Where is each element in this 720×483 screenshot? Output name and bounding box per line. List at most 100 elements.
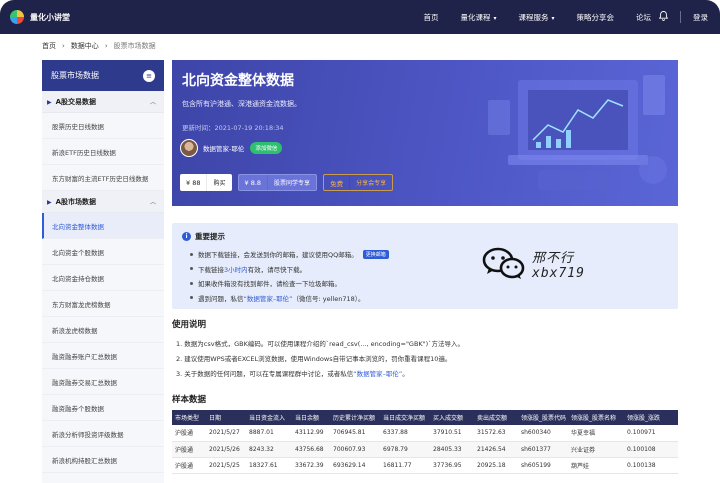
column-header: 历史累计净买额 xyxy=(330,410,380,425)
nav-link-forum[interactable]: 论坛 xyxy=(636,12,651,23)
usage-list: 1. 数据为csv格式，GBK编码。可以使用课程介绍的`read_csv(...… xyxy=(176,335,464,380)
table-cell: 693629.14 xyxy=(330,457,380,474)
notice-item: 如果收件箱没有找到邮件，请检查一下垃圾邮箱。 xyxy=(190,276,389,291)
table-cell: 葫芦娃 xyxy=(568,457,624,474)
table-cell: 700607.93 xyxy=(330,441,380,458)
table-cell: 0.100138 xyxy=(624,457,678,474)
table-cell: 0.100108 xyxy=(624,441,678,458)
table-cell: 20925.18 xyxy=(474,457,518,474)
data-illustration-icon xyxy=(488,75,667,190)
sidebar-item[interactable]: 新浪机构持股汇总数据 xyxy=(42,447,164,473)
sidebar-item[interactable]: 北向资金持仓数据 xyxy=(42,265,164,291)
notice-item: 下载链接 3小时内 有效，请尽快下载。 xyxy=(190,262,389,277)
update-time: 更新时间：2021-07-19 20:18:34 xyxy=(182,124,284,132)
purchase-options: ¥ 88 购买 ¥ 8.8 股票同学专享 免费 分享会专享 xyxy=(180,174,394,191)
table-cell: 2021/5/25 xyxy=(206,457,246,474)
table-header-row: 市场类型 日期 当日资金流入 当日余额 历史累计净买额 当日成交净买额 买入成交… xyxy=(172,410,678,425)
collapse-icon[interactable]: ≡ xyxy=(143,69,155,82)
column-header: 领涨股_涨跌 xyxy=(624,410,678,425)
contact-link[interactable]: “数据管家–耶伦” xyxy=(244,293,293,303)
column-header: 日期 xyxy=(206,410,246,425)
vip-price-button[interactable]: ¥ 8.8 股票同学专享 xyxy=(237,174,318,191)
column-header: 当日成交净买额 xyxy=(380,410,430,425)
sidebar-header: 股票市场数据 ≡ xyxy=(42,60,164,91)
sidebar-item[interactable]: 东方财富的主流ETF历史日线数据 xyxy=(42,165,164,191)
author-info: 数据管家-耶伦 添加微信 xyxy=(180,139,283,157)
table-cell: 6978.79 xyxy=(380,441,430,458)
contact-link[interactable]: “数据管家–耶伦” xyxy=(353,368,402,378)
bell-icon[interactable] xyxy=(658,11,669,23)
column-header: 领涨股_股票名称 xyxy=(568,410,624,425)
login-link[interactable]: 登录 xyxy=(693,12,708,23)
nav-links: 首页 量化课程 ▾ 课程服务 ▾ 策略分享会 论坛 登录 xyxy=(423,0,720,34)
sidebar-group-a-share-market[interactable]: ▶ A股市场数据 ︿ xyxy=(42,191,164,213)
table-cell: 706945.81 xyxy=(330,425,380,442)
table-cell: 2021/5/27 xyxy=(206,425,246,442)
sidebar-item[interactable]: 北向资金个股数据 xyxy=(42,239,164,265)
nav-link-strategy-meetup[interactable]: 策略分享会 xyxy=(577,12,615,23)
table-cell: 兴业证券 xyxy=(568,441,624,458)
sample-data-table: 市场类型 日期 当日资金流入 当日余额 历史累计净买额 当日成交净买额 买入成交… xyxy=(172,410,678,474)
sidebar-item[interactable]: 融资融券交易汇总数据 xyxy=(42,369,164,395)
caret-right-icon: ▶ xyxy=(47,198,52,206)
table-cell: 33672.39 xyxy=(292,457,330,474)
nav-link-home[interactable]: 首页 xyxy=(423,12,438,23)
sidebar-item[interactable]: 新浪ETF历史日线数据 xyxy=(42,139,164,165)
breadcrumb-home[interactable]: 首页 xyxy=(42,41,56,51)
notice-item: 遇到问题，私信 “数据管家–耶伦” （微信号: yellen718）。 xyxy=(190,291,389,306)
breadcrumb-separator: › xyxy=(62,42,65,50)
sidebar-item[interactable]: 融资融券个股数据 xyxy=(42,395,164,421)
chevron-up-icon: ︿ xyxy=(149,199,156,206)
sidebar-item-active[interactable]: 北向资金整体数据 xyxy=(42,213,164,239)
table-cell: 37736.95 xyxy=(430,457,474,474)
wechat-id: 邢不行 xbx719 xyxy=(532,251,585,281)
usage-line: 3. 关于数据的任何问题，可以在专属课程群中讨论，或者私信 “数据管家–耶伦”。 xyxy=(176,368,409,378)
table-cell: 6337.88 xyxy=(380,425,430,442)
buy-button[interactable]: ¥ 88 购买 xyxy=(180,174,232,191)
column-header: 当日余额 xyxy=(292,410,330,425)
sidebar-group-a-share-trading[interactable]: ▶ A股交易数据 ︿ xyxy=(42,91,164,113)
usage-title: 使用说明 xyxy=(172,320,207,330)
nav-link-services[interactable]: 课程服务 ▾ xyxy=(518,12,554,23)
sidebar-item[interactable]: 新浪分析师投资评级数据 xyxy=(42,421,164,447)
author-name[interactable]: 数据管家-耶伦 xyxy=(203,143,244,153)
sidebar-item[interactable]: 融资融券账户汇总数据 xyxy=(42,343,164,369)
sidebar-title: 股票市场数据 xyxy=(51,71,99,80)
add-wechat-button[interactable]: 添加微信 xyxy=(250,142,283,154)
nav-divider xyxy=(680,11,681,23)
sidebar-item[interactable]: 东方财富龙虎榜数据 xyxy=(42,291,164,317)
change-email-button[interactable]: 更换邮箱 xyxy=(362,249,389,259)
breadcrumb-current: 股票市场数据 xyxy=(113,42,156,50)
notice-item: 数据下载链接，会发送到你的邮箱，建议使用QQ邮箱。 更换邮箱 xyxy=(190,247,389,262)
brand-logo-icon[interactable] xyxy=(10,10,24,24)
chevron-down-icon: ▾ xyxy=(493,14,497,22)
brand-name[interactable]: 量化小讲堂 xyxy=(30,12,70,23)
table-cell: 沪股通 xyxy=(172,425,206,442)
notice-title: i 重要提示 xyxy=(182,231,225,242)
free-access-button[interactable]: 免费 分享会专享 xyxy=(323,174,394,191)
table-cell: 31572.63 xyxy=(474,425,518,442)
table-cell: 16811.77 xyxy=(380,457,430,474)
table-row: 沪股通 2021/5/25 18327.61 33672.39 693629.1… xyxy=(172,457,678,474)
column-header: 市场类型 xyxy=(172,410,206,425)
important-notice: i 重要提示 数据下载链接，会发送到你的邮箱，建议使用QQ邮箱。 更换邮箱 下载… xyxy=(172,223,678,309)
info-icon: i xyxy=(182,232,191,241)
avatar[interactable] xyxy=(180,139,198,157)
app-window: 量化小讲堂 首页 量化课程 ▾ 课程服务 ▾ 策略分享会 论坛 登录 首页 › 数据… xyxy=(0,0,720,483)
table-cell: 2021/5/26 xyxy=(206,441,246,458)
table-cell: 43756.68 xyxy=(292,441,330,458)
table-cell: 8887.01 xyxy=(246,425,292,442)
notice-list: 数据下载链接，会发送到你的邮箱，建议使用QQ邮箱。 更换邮箱 下载链接 3小时内… xyxy=(190,247,389,305)
table-cell: 21426.54 xyxy=(474,441,518,458)
table-cell: 0.100971 xyxy=(624,425,678,442)
sidebar-item[interactable]: 新浪龙虎榜数据 xyxy=(42,317,164,343)
sample-title: 样本数据 xyxy=(172,395,207,405)
table-cell: 37910.51 xyxy=(430,425,474,442)
nav-link-courses[interactable]: 量化课程 ▾ xyxy=(460,12,496,23)
wechat-icon xyxy=(482,247,525,279)
table-row: 沪股通 2021/5/26 8243.32 43756.68 700607.93… xyxy=(172,441,678,458)
sidebar-item[interactable]: 股票历史日线数据 xyxy=(42,113,164,139)
table-cell: 28405.33 xyxy=(430,441,474,458)
breadcrumb-data-center[interactable]: 数据中心 xyxy=(71,41,99,51)
caret-right-icon: ▶ xyxy=(47,98,52,106)
